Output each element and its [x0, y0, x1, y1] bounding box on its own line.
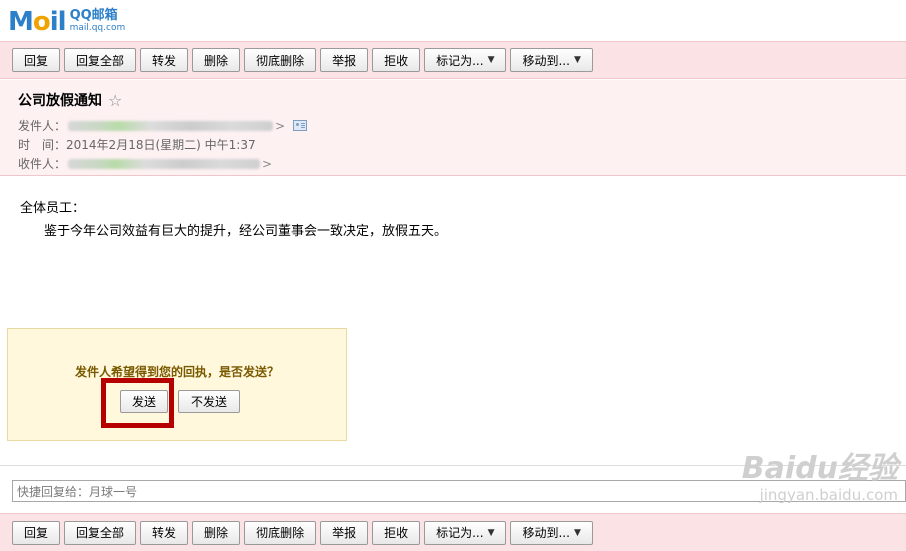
mail-subject: 公司放假通知 ☆ [18, 90, 122, 110]
body-paragraph: 鉴于今年公司效益有巨大的提升，经公司董事会一致决定，放假五天。 [44, 224, 448, 239]
send-receipt-button[interactable]: 发送 [120, 390, 168, 413]
recipient-address-end: > [262, 156, 273, 171]
reply-all-button[interactable]: 回复全部 [64, 48, 137, 72]
logo-mark-m: M [8, 7, 34, 37]
reject-button[interactable]: 拒收 [372, 48, 421, 72]
star-icon[interactable]: ☆ [108, 91, 122, 110]
mark-as-dropdown[interactable]: 标记为... ▼ [424, 520, 507, 545]
mark-as-label: 标记为... [436, 526, 484, 540]
move-to-label: 移动到... [522, 53, 570, 68]
reply-all-button[interactable]: 回复全部 [64, 520, 137, 545]
report-button[interactable]: 举报 [320, 520, 369, 545]
time-value: 2014年2月18日(星期二) 中午1:37 [66, 138, 256, 152]
report-button[interactable]: 举报 [320, 48, 369, 72]
delete-permanent-button[interactable]: 彻底删除 [244, 520, 317, 545]
delete-permanent-button[interactable]: 彻底删除 [244, 48, 317, 72]
logo-mark-o: o [32, 7, 51, 37]
reply-button[interactable]: 回复 [12, 48, 61, 72]
move-to-label: 移动到... [522, 526, 570, 540]
logo-mark: Moil [8, 7, 67, 37]
chevron-down-icon: ▼ [487, 527, 495, 538]
watermark-site: jingyan.baidu.com [759, 486, 898, 504]
top-toolbar: 回复 回复全部 转发 删除 彻底删除 举报 拒收 标记为... ▼ 移动到...… [0, 41, 906, 79]
delete-button[interactable]: 删除 [192, 48, 241, 72]
logo-text: QQ邮箱 mail.qq.com [69, 8, 126, 34]
time-label: 时 间： [18, 138, 67, 152]
mark-as-dropdown[interactable]: 标记为... ▼ [424, 48, 507, 72]
reply-button[interactable]: 回复 [12, 520, 61, 545]
receipt-question: 发件人希望得到您的回执，是否发送？ [74, 365, 279, 379]
qq-mail-logo[interactable]: Moil QQ邮箱 mail.qq.com [8, 6, 125, 38]
forward-button[interactable]: 转发 [140, 520, 189, 545]
logo-domain: mail.qq.com [69, 23, 126, 33]
delete-button[interactable]: 删除 [192, 520, 241, 545]
chevron-down-icon: ▼ [487, 55, 495, 65]
sender-address-end: > [275, 118, 286, 133]
watermark-brand: Baidu经验 [741, 451, 898, 486]
sender-address-blurred[interactable] [68, 120, 274, 131]
mail-body: 全体员工： 鉴于今年公司效益有巨大的提升，经公司董事会一致决定，放假五天。 [20, 197, 447, 243]
sender-row: 发件人： > [18, 117, 308, 134]
recipient-row: 收件人： > [18, 155, 272, 172]
chevron-down-icon: ▼ [573, 527, 581, 538]
time-row: 时 间： 2014年2月18日(星期二) 中午1:37 [18, 136, 256, 153]
mail-header: 公司放假通知 ☆ 发件人： > 时 间： 2014年2月18日(星期二) 中午1… [0, 80, 906, 176]
subject-text: 公司放假通知 [18, 93, 102, 109]
recipient-address-blurred[interactable] [68, 158, 261, 169]
no-send-receipt-button[interactable]: 不发送 [178, 390, 240, 413]
reject-button[interactable]: 拒收 [372, 520, 421, 545]
chevron-down-icon: ▼ [573, 55, 581, 65]
mark-as-label: 标记为... [436, 53, 484, 68]
recipient-label: 收件人： [18, 157, 67, 171]
baidu-watermark: Baidu经验 jingyan.baidu.com [741, 451, 898, 505]
contact-card-icon[interactable] [293, 120, 308, 131]
logo-mark-il: il [49, 7, 67, 37]
forward-button[interactable]: 转发 [140, 48, 189, 72]
bottom-toolbar: 回复 回复全部 转发 删除 彻底删除 举报 拒收 标记为... ▼ 移动到...… [0, 513, 906, 551]
read-receipt-box: 发件人希望得到您的回执，是否发送？ 发送 不发送 [7, 328, 347, 441]
sender-label: 发件人： [18, 119, 67, 133]
move-to-dropdown[interactable]: 移动到... ▼ [510, 48, 593, 72]
move-to-dropdown[interactable]: 移动到... ▼ [510, 520, 593, 545]
body-greeting: 全体员工： [20, 201, 86, 216]
logo-name: QQ邮箱 [69, 8, 118, 23]
